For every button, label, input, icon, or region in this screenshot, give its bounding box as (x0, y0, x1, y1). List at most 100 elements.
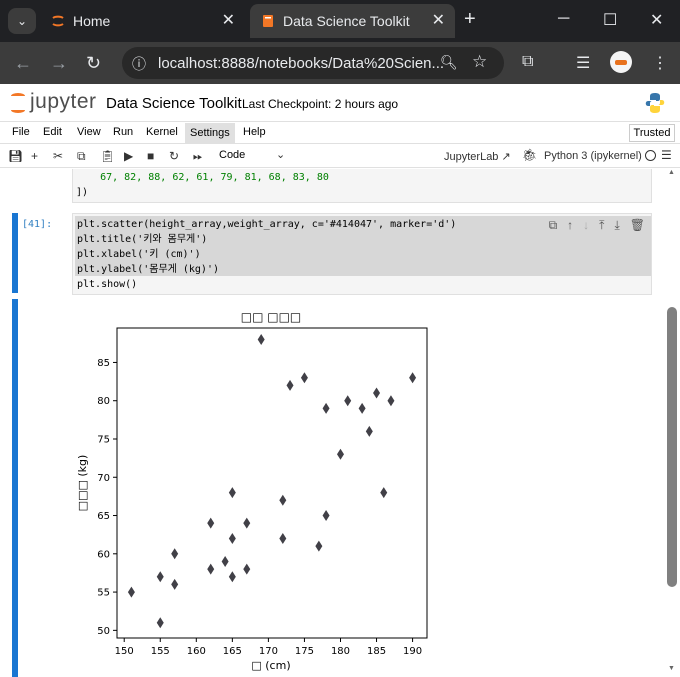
zoom-icon[interactable]: 🔍︎ (440, 54, 458, 71)
previous-code-line: ]) (76, 187, 89, 198)
y-tick-label: 60 (97, 549, 110, 560)
jupyterlab-link[interactable]: JupyterLab ↗ (444, 150, 511, 163)
tab-home[interactable]: Home ✕ (40, 4, 245, 38)
y-axis-ticks: 50 55 60 65 70 75 80 85 (97, 358, 117, 637)
cell-actions: ⧉ ↑ ↓ ⤒ ⤓ 🗑︎ (539, 218, 645, 233)
menu-run[interactable]: Run (113, 126, 133, 138)
restart-icon[interactable]: ↻ (169, 149, 179, 163)
notebook-toolbar: 💾︎ + ✂ ⧉ 📋︎ ▶ ■ ↻ ⏩︎ Code ⌄ JupyterLab ↗… (0, 144, 680, 168)
profile-avatar[interactable] (610, 51, 632, 73)
cut-icon[interactable]: ✂ (53, 149, 63, 163)
x-axis-ticks: 150 155 160 165 170 175 180 185 190 (115, 638, 422, 657)
browser-toolbar: ← → ↻ ⓘ localhost:8888/notebooks/Data%20… (0, 42, 680, 84)
x-tick-label: 175 (295, 646, 314, 657)
menu-file[interactable]: File (12, 126, 30, 138)
chevron-down-icon[interactable]: ⌄ (276, 148, 285, 161)
x-tick-label: 170 (259, 646, 278, 657)
run-icon[interactable]: ▶ (124, 149, 133, 163)
menu-bar: File Edit View Run Kernel Settings Help … (0, 122, 680, 144)
debugger-icon[interactable]: 🐞︎ (522, 148, 537, 162)
code-block: plt.scatter(height_array,weight_array, c… (77, 217, 456, 292)
checkpoint-status: Last Checkpoint: 2 hours ago (242, 97, 399, 111)
code-line: plt.scatter(height_array,weight_array, c… (77, 219, 457, 230)
x-axis-label: □ (cm) (251, 659, 290, 672)
previous-code-line: 67, 82, 88, 62, 61, 79, 81, 68, 83, 80 (76, 170, 329, 185)
minimize-icon[interactable]: ─ (558, 10, 569, 28)
save-icon[interactable]: 💾︎ (8, 149, 23, 163)
forward-icon[interactable]: → (50, 53, 68, 74)
more-menu-icon[interactable]: ⋮ (652, 53, 668, 73)
maximize-icon[interactable]: ☐ (603, 10, 617, 30)
new-tab-icon[interactable]: + (464, 8, 476, 31)
jupyter-logo[interactable]: jupyter (8, 90, 98, 116)
tab-label: Home (73, 13, 111, 29)
run-all-icon[interactable]: ⏩︎ (193, 149, 203, 164)
active-cell-indicator (12, 213, 18, 293)
x-tick-label: 155 (151, 646, 170, 657)
insert-cell-icon[interactable]: + (31, 149, 38, 163)
code-cell-input[interactable]: plt.scatter(height_array,weight_array, c… (72, 213, 652, 295)
kernel-name[interactable]: Python 3 (ipykernel) (544, 150, 642, 162)
url-text: localhost:8888/notebooks/Data%20Scien... (158, 55, 445, 72)
trusted-badge[interactable]: Trusted (629, 124, 675, 142)
scrollbar-thumb[interactable] (667, 307, 677, 587)
menu-view[interactable]: View (77, 126, 101, 138)
delete-cell-icon[interactable]: 🗑︎ (630, 218, 645, 232)
close-tab-icon[interactable]: ✕ (222, 10, 235, 30)
insert-below-icon[interactable]: ⤓ (614, 218, 619, 232)
bookmark-star-icon[interactable]: ☆ (472, 52, 487, 72)
jupyter-favicon-icon (52, 15, 64, 27)
reload-icon[interactable]: ↻ (86, 53, 101, 74)
notebook-favicon-icon (263, 15, 273, 27)
y-tick-label: 50 (97, 626, 110, 637)
menu-edit[interactable]: Edit (43, 126, 62, 138)
tab-label: Data Science Toolkit (283, 13, 410, 29)
jupyterlab-link-label: JupyterLab (444, 151, 499, 163)
cell-type-select[interactable]: Code (219, 149, 245, 161)
x-tick-label: 160 (187, 646, 206, 657)
menu-settings[interactable]: Settings (185, 123, 235, 143)
tab-search-button[interactable]: ⌄ (8, 8, 36, 34)
stop-icon[interactable]: ■ (147, 149, 154, 163)
x-tick-label: 150 (115, 646, 134, 657)
copy-icon[interactable]: ⧉ (77, 149, 86, 164)
media-control-icon[interactable]: ☰ (576, 53, 590, 73)
hamburger-menu-icon[interactable]: ☰ (661, 148, 672, 162)
code-line-text: 67, 82, 88, 62, 61, 79, 81, 68, 83, 80 (76, 172, 329, 183)
insert-above-icon[interactable]: ⤒ (599, 218, 604, 232)
duplicate-cell-icon[interactable]: ⧉ (549, 218, 558, 232)
y-tick-label: 55 (97, 588, 110, 599)
y-tick-label: 65 (97, 511, 110, 522)
chart-title: □□ □□□ (241, 310, 302, 324)
previous-cell-input[interactable]: 67, 82, 88, 62, 61, 79, 81, 68, 83, 80 ]… (72, 169, 652, 203)
y-tick-label: 70 (97, 473, 110, 484)
address-bar[interactable]: ⓘ localhost:8888/notebooks/Data%20Scien.… (122, 47, 504, 79)
python-logo-icon (645, 93, 665, 113)
jupyter-logo-arc-icon (11, 107, 25, 113)
tab-data-science-toolkit[interactable]: Data Science Toolkit ✕ (250, 4, 455, 38)
code-line: plt.title('키와 몸무게') (77, 234, 208, 245)
site-info-icon[interactable]: ⓘ (132, 54, 146, 74)
output-indicator (12, 299, 18, 677)
x-tick-label: 190 (403, 646, 422, 657)
code-line: plt.show() (77, 279, 138, 290)
kernel-idle-icon (645, 150, 656, 161)
plot-area (116, 327, 428, 639)
y-tick-label: 85 (97, 358, 110, 369)
move-down-icon[interactable]: ↓ (583, 218, 589, 232)
notebook-title[interactable]: Data Science Toolkit (106, 95, 242, 112)
back-icon[interactable]: ← (14, 53, 32, 74)
scroll-up-icon[interactable]: ▲ (668, 169, 675, 176)
close-tab-icon[interactable]: ✕ (432, 10, 445, 30)
menu-help[interactable]: Help (243, 126, 266, 138)
scrollbar[interactable]: ▲ ▼ (666, 169, 678, 677)
paste-icon[interactable]: 📋︎ (100, 149, 115, 163)
close-window-icon[interactable]: ✕ (650, 10, 663, 30)
move-up-icon[interactable]: ↑ (567, 218, 573, 232)
extensions-icon[interactable]: ⧉ (522, 53, 533, 71)
menu-kernel[interactable]: Kernel (146, 126, 178, 138)
scroll-down-icon[interactable]: ▼ (668, 665, 675, 672)
jupyter-header: jupyter Data Science Toolkit Last Checkp… (0, 84, 680, 122)
page-content: jupyter Data Science Toolkit Last Checkp… (0, 84, 680, 677)
y-tick-label: 80 (97, 396, 110, 407)
